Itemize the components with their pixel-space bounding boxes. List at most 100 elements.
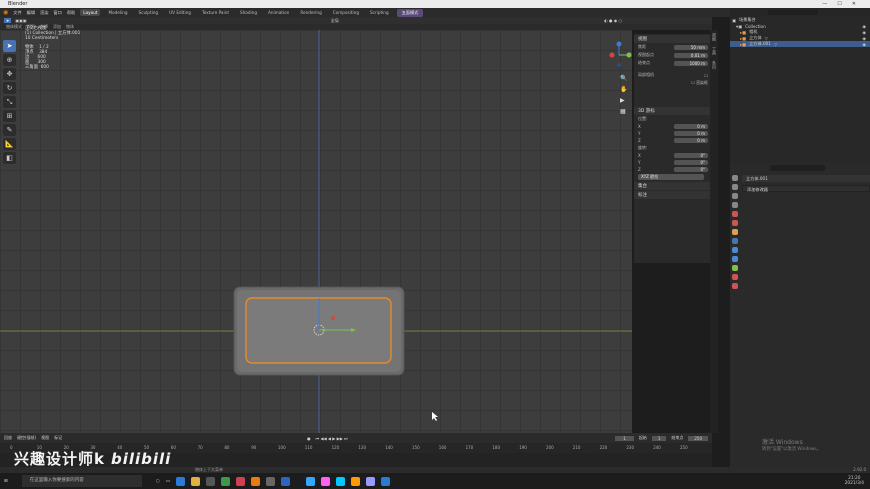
cursor-loc-y-field[interactable]: 0 m [674, 131, 708, 136]
app-icon[interactable] [235, 476, 245, 486]
view-section-header[interactable]: 视图 [634, 35, 712, 43]
clip-start-field[interactable]: 0.01 m [674, 52, 708, 58]
menu-marker[interactable]: 标记 [54, 435, 62, 441]
menu-file[interactable]: 文件 [13, 10, 21, 16]
shading-mode-icons[interactable]: ◐ ● ◉ ○ [604, 18, 622, 23]
window-controls[interactable]: —☐✕ [822, 0, 866, 8]
tab-animation[interactable]: Animation [265, 9, 292, 16]
focal-length-field[interactable]: 50 mm [674, 44, 708, 50]
scene-tab-icon[interactable] [732, 211, 738, 217]
tab-compositing[interactable]: Compositing [330, 9, 362, 16]
object-tab-icon[interactable] [732, 229, 738, 235]
view-nav-buttons[interactable]: 🔍 ✋ ▶ ▦ [620, 75, 627, 115]
store-icon[interactable] [205, 476, 215, 486]
chrome-icon[interactable] [220, 476, 230, 486]
rotate-tool-icon[interactable]: ↻ [3, 82, 16, 94]
pan-hand-icon[interactable]: ✋ [620, 86, 627, 93]
cursor-rot-y-field[interactable]: 0° [674, 160, 708, 165]
tab-rendering[interactable]: Rendering [297, 9, 324, 16]
outliner-item-cube-001[interactable]: ▸■ 立方体.001 ▽ ◉ [730, 41, 870, 47]
tab-shading[interactable]: Shading [237, 9, 260, 16]
tab-sculpting[interactable]: Sculpting [136, 9, 162, 16]
modifier-tab-icon[interactable] [732, 238, 738, 244]
physics-tab-icon[interactable] [732, 256, 738, 262]
illustrator-icon[interactable] [350, 476, 360, 486]
tab-layout[interactable]: Layout [80, 9, 101, 16]
move-tool-icon[interactable]: ✥ [3, 68, 16, 80]
outliner-search[interactable] [730, 8, 870, 17]
playback-controls[interactable]: ⏮ ◀◀ ◀ ▶ ▶▶ ⏭ [316, 436, 348, 441]
clip-end-field[interactable]: 1000 m [674, 60, 708, 66]
eye-icon[interactable]: ◉ [862, 24, 866, 29]
tab-texture-paint[interactable]: Texture Paint [199, 9, 232, 16]
blender-logo-icon[interactable]: ◉ [3, 9, 8, 16]
collections-section-header[interactable]: 集合 [634, 182, 712, 190]
annotations-section-header[interactable]: 标注 [634, 191, 712, 199]
rotation-mode-dropdown[interactable]: XYZ 欧拉 [638, 174, 704, 180]
record-button[interactable]: ● [307, 436, 311, 441]
3d-viewport[interactable]: 🔍 ✋ ▶ ▦ [0, 30, 632, 433]
render-region-checkbox[interactable]: ☐ 渲染框 [691, 80, 708, 86]
menu-view[interactable]: 视图 [41, 435, 49, 441]
properties-search[interactable] [770, 165, 825, 171]
eye-icon[interactable]: ◉ [862, 42, 866, 47]
render-tab-icon[interactable] [732, 184, 738, 190]
select-mode-icons[interactable]: ▣▣▣ [15, 18, 26, 23]
tool-tab-icon[interactable] [732, 175, 738, 181]
menu-help[interactable]: 帮助 [67, 10, 75, 16]
cortana-icon[interactable]: ○ [156, 479, 160, 484]
eye-icon[interactable]: ◉ [862, 36, 866, 41]
current-frame-field[interactable]: 1 [615, 435, 634, 441]
file-explorer-icon[interactable] [190, 476, 200, 486]
material-tab-icon[interactable] [732, 274, 738, 280]
photoshop-icon[interactable] [305, 476, 315, 486]
view-layer-tab-icon[interactable] [732, 202, 738, 208]
xd-icon[interactable] [320, 476, 330, 486]
mode-pill-button[interactable]: 五面模式 [396, 8, 424, 17]
tab-modeling[interactable]: Modeling [105, 9, 130, 16]
premiere-icon[interactable] [365, 476, 375, 486]
annotate-tool-icon[interactable]: ✎ [3, 124, 16, 136]
select-box-tool-icon[interactable]: ➤ [3, 40, 16, 52]
app-icon[interactable] [265, 476, 275, 486]
menu-edit[interactable]: 编辑 [27, 10, 35, 16]
particles-tab-icon[interactable] [732, 247, 738, 253]
scale-tool-icon[interactable]: ⤡ [3, 96, 16, 108]
cursor-loc-z-field[interactable]: 0 m [674, 138, 708, 143]
world-tab-icon[interactable] [732, 220, 738, 226]
menu-keying[interactable]: 键控(插帧) [17, 435, 36, 441]
tab-tool[interactable]: 工具 [710, 44, 718, 58]
cursor-loc-x-field[interactable]: 0 m [674, 124, 708, 129]
task-view-icon[interactable]: ▭ [166, 479, 170, 484]
transform-orientation[interactable]: 全局 [331, 18, 339, 24]
app-icon[interactable] [280, 476, 290, 486]
cursor-rot-z-field[interactable]: 0° [674, 167, 708, 172]
taskbar-search[interactable]: 在这里输入你要搜索的内容 [21, 475, 142, 487]
add-modifier-dropdown[interactable]: 添加修改器 [742, 185, 870, 192]
cursor-tool-icon[interactable]: ➤ [4, 18, 12, 23]
cursor-section-header[interactable]: 3D 游标 [634, 107, 712, 115]
windows-start-icon[interactable]: ⊞ [4, 479, 8, 484]
tab-scripting[interactable]: Scripting [367, 9, 392, 16]
tab-item[interactable]: 条目 [710, 58, 718, 72]
data-tab-icon[interactable] [732, 265, 738, 271]
cursor-tool-icon[interactable]: ⊕ [3, 54, 16, 66]
blender-taskbar-icon[interactable] [250, 476, 260, 486]
transform-tool-icon[interactable]: ⊞ [3, 110, 16, 122]
output-tab-icon[interactable] [732, 193, 738, 199]
media-encoder-icon[interactable] [335, 476, 345, 486]
taskbar-clock[interactable]: 21:20 2021/3/4 [845, 476, 864, 486]
navigation-gizmo[interactable] [604, 40, 632, 70]
edge-icon[interactable] [175, 476, 185, 486]
tab-uv-editing[interactable]: UV Editing [166, 9, 194, 16]
texture-tab-icon[interactable] [732, 283, 738, 289]
measure-tool-icon[interactable]: 📐 [3, 138, 16, 150]
cursor-rot-x-field[interactable]: 0° [674, 153, 708, 158]
menu-playback[interactable]: 回放 [4, 435, 12, 441]
start-frame-field[interactable]: 1 [651, 435, 667, 441]
end-frame-field[interactable]: 250 [688, 435, 708, 441]
local-camera-checkbox[interactable]: ☐ [704, 73, 708, 78]
menu-render[interactable]: 渲染 [40, 10, 48, 16]
tab-view[interactable]: 视图 [710, 30, 718, 44]
camera-view-icon[interactable]: ▶ [620, 97, 627, 104]
